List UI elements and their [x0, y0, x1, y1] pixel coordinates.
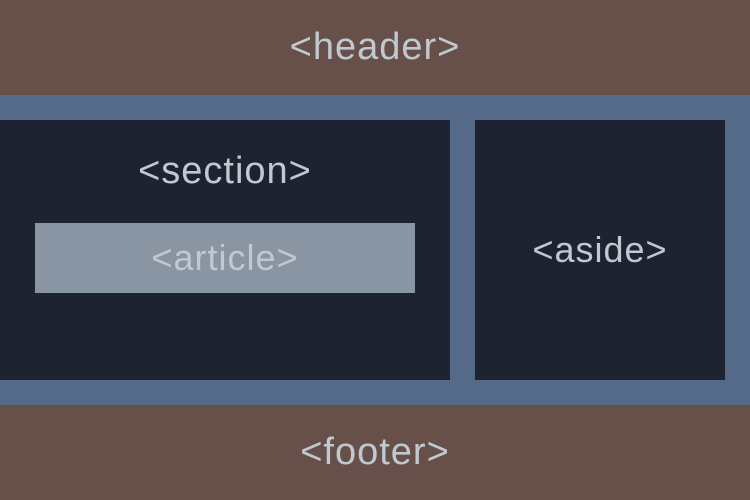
header-region: <header> [0, 0, 750, 95]
article-label: <article> [151, 237, 298, 279]
section-label: <section> [138, 150, 312, 192]
section-region: <section> <article> [0, 120, 450, 380]
aside-region: <aside> [475, 120, 725, 380]
footer-label: <footer> [300, 431, 450, 474]
article-region: <article> [35, 223, 415, 293]
aside-label: <aside> [532, 229, 667, 271]
main-content-row: <section> <article> <aside> [0, 95, 750, 405]
header-label: <header> [290, 26, 461, 69]
footer-region: <footer> [0, 405, 750, 500]
